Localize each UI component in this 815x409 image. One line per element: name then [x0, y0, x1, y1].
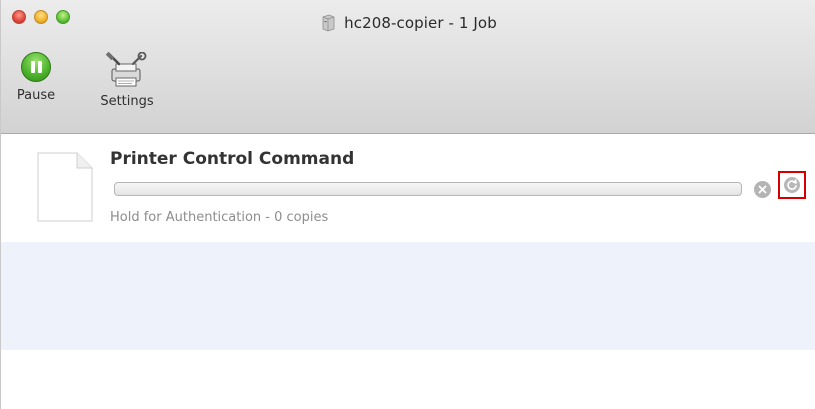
window-title-bar: hc208-copier - 1 Job [1, 14, 815, 32]
settings-button[interactable]: Settings [87, 52, 167, 109]
window-title: hc208-copier - 1 Job [344, 14, 497, 32]
job-row[interactable]: Printer Control Command Hold for Authent… [1, 134, 815, 242]
resume-job-button[interactable] [778, 171, 806, 199]
printer-icon [322, 14, 335, 32]
pause-label: Pause [16, 88, 56, 103]
pause-icon [21, 52, 51, 82]
job-name: Printer Control Command [110, 149, 355, 169]
job-progress-bar [114, 182, 742, 196]
settings-icon [105, 52, 147, 87]
toolbar: hc208-copier - 1 Job Pause Settings [1, 0, 815, 134]
empty-list-row [1, 350, 815, 409]
empty-list-row [1, 242, 815, 350]
close-icon [758, 185, 767, 194]
pause-button[interactable]: Pause [11, 52, 61, 103]
settings-label: Settings [100, 94, 154, 109]
delete-job-button[interactable] [754, 181, 771, 198]
refresh-icon [784, 177, 800, 193]
job-status: Hold for Authentication - 0 copies [110, 210, 329, 225]
document-icon [37, 152, 93, 222]
print-queue-window: hc208-copier - 1 Job Pause Settings Prin… [0, 0, 815, 409]
